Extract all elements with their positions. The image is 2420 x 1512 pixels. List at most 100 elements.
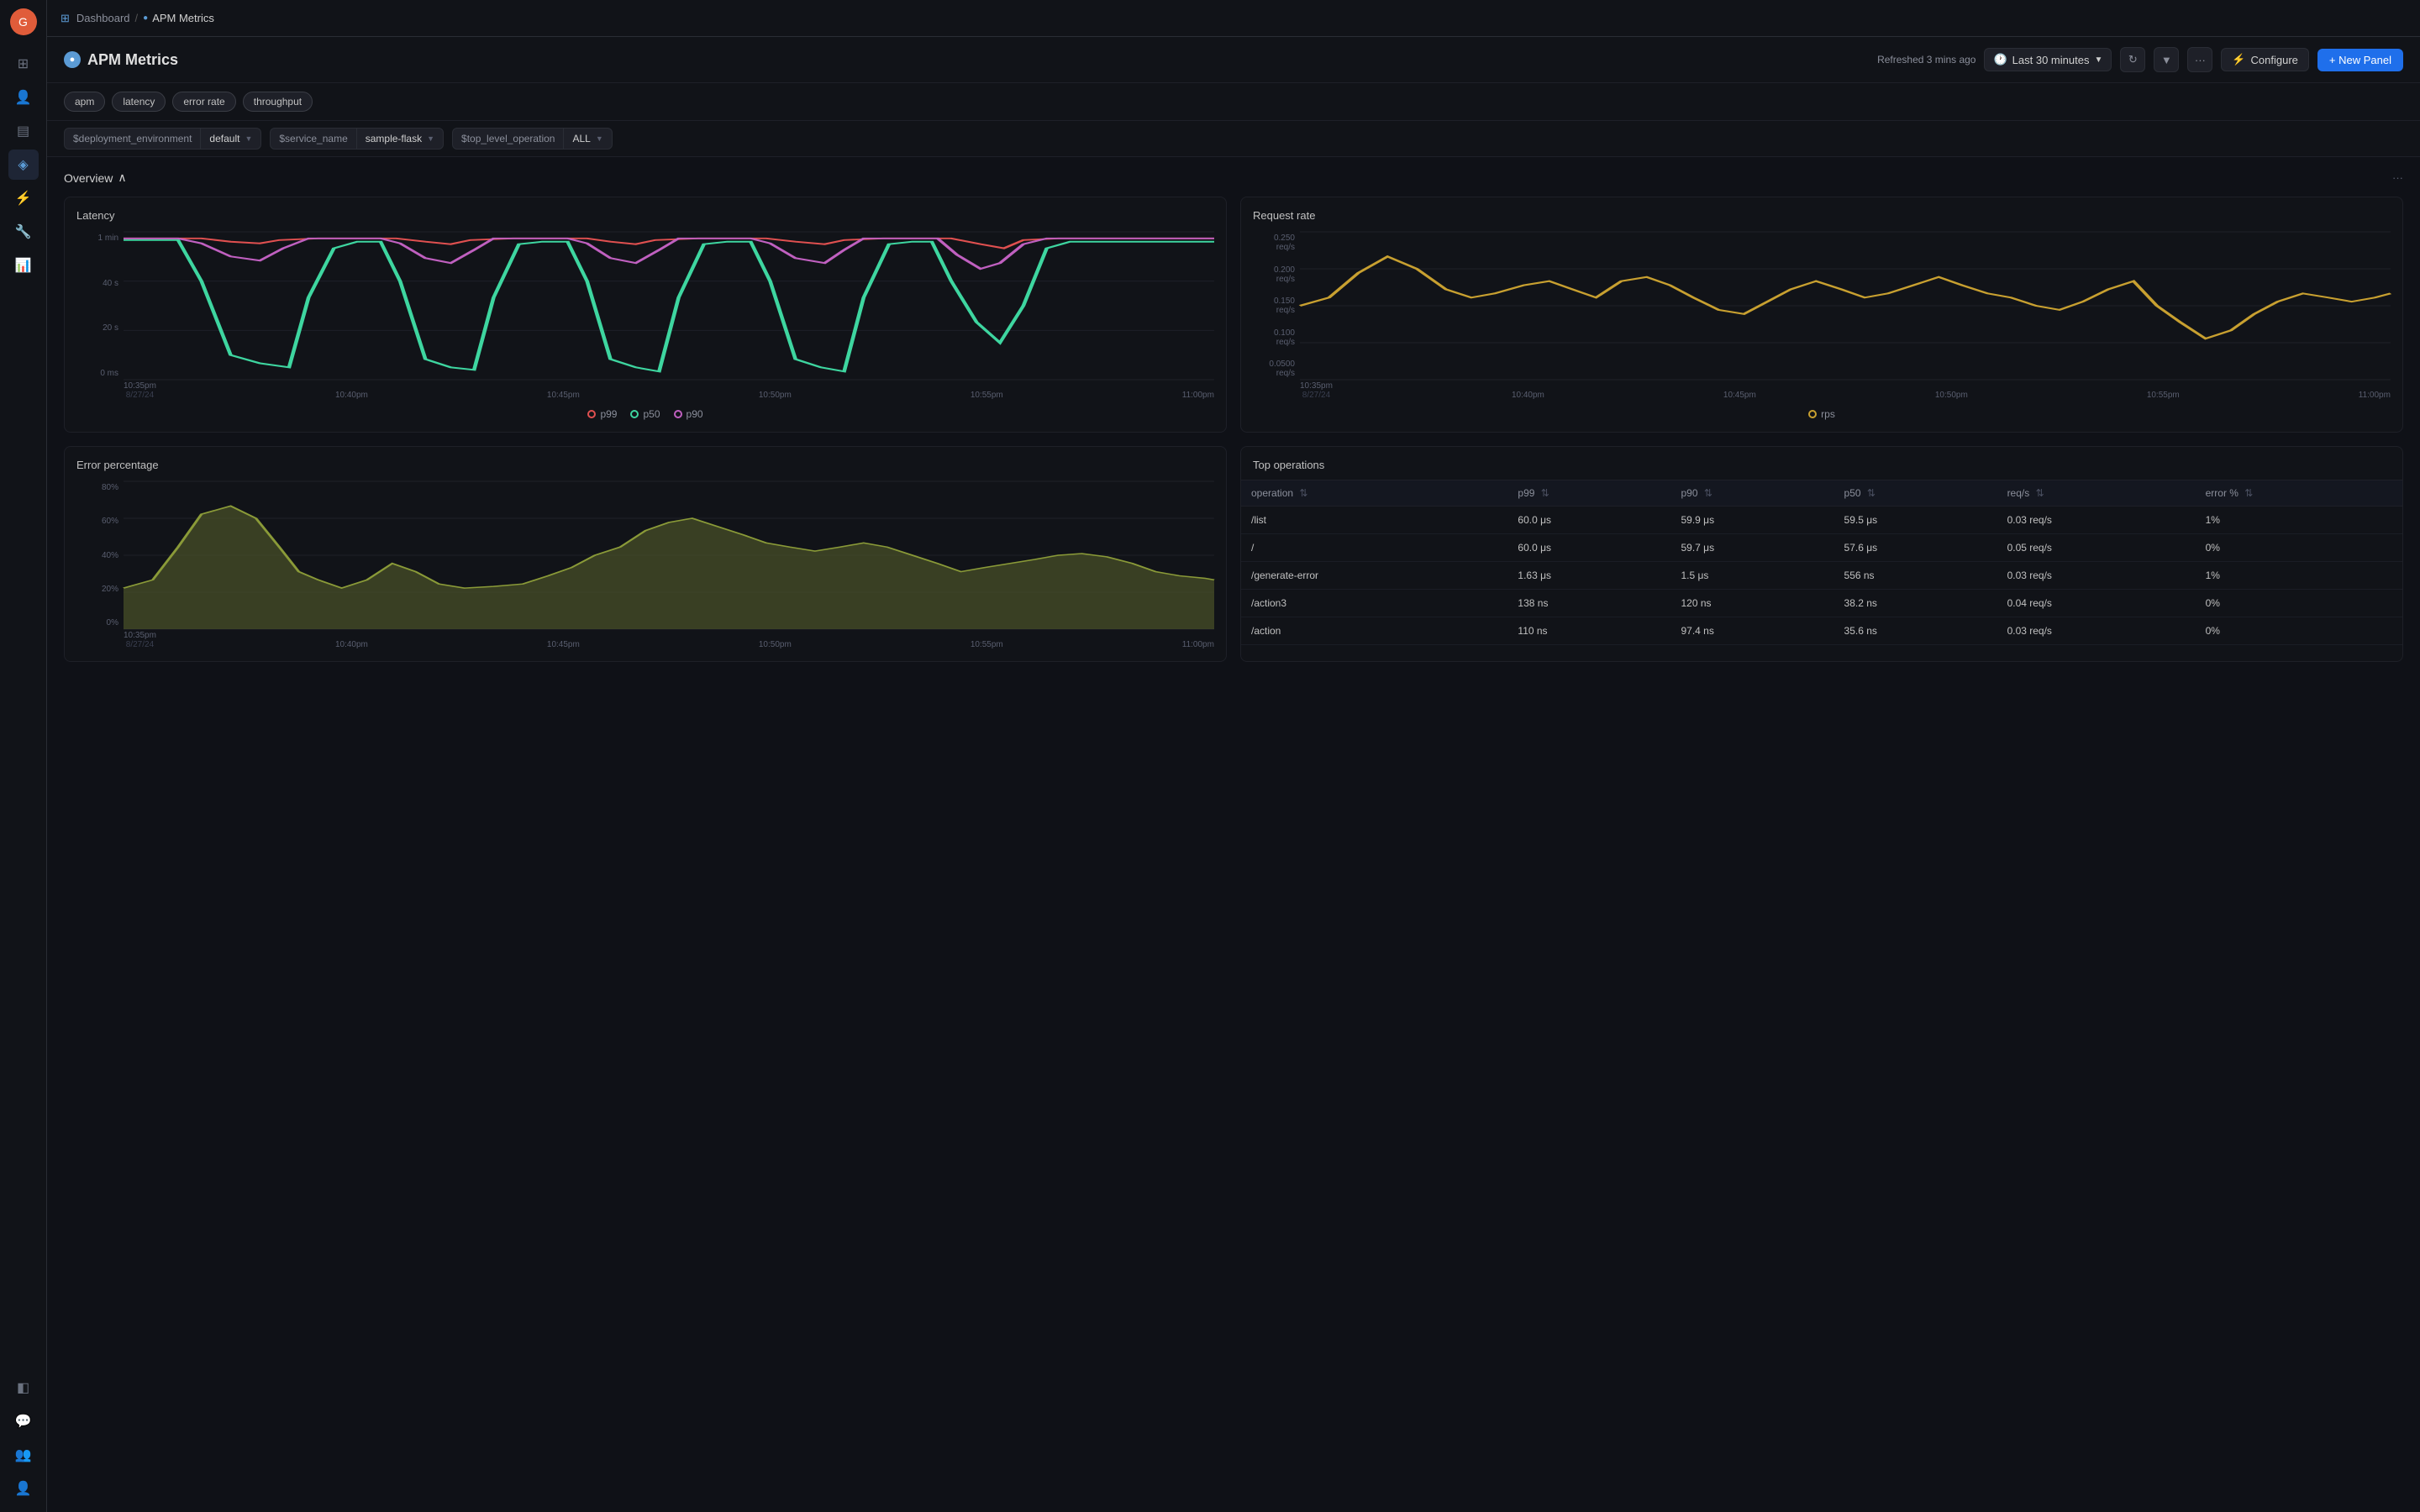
request-rate-chart-panel: Request rate 0.250 req/s 0.200 req/s 0.1… <box>1240 197 2403 433</box>
breadcrumb: Dashboard / ● APM Metrics <box>76 12 214 24</box>
error-y-axis: 80% 60% 40% 20% 0% <box>76 481 124 629</box>
cell-p99: 60.0 μs <box>1507 534 1670 562</box>
request-rate-x-axis: 10:35pm8/27/24 10:40pm 10:45pm 10:50pm 1… <box>1300 380 2391 400</box>
col-reqs[interactable]: req/s ⇅ <box>1997 480 2196 507</box>
filter-operation-value[interactable]: ALL ▼ <box>564 129 611 149</box>
tag-latency[interactable]: latency <box>112 92 166 112</box>
cell-reqs: 0.03 req/s <box>1997 562 2196 590</box>
sidebar-icon-alerts[interactable]: ⚡ <box>8 183 39 213</box>
cell-error: 0% <box>2196 590 2402 617</box>
table-row[interactable]: /action3 138 ns 120 ns 38.2 ns 0.04 req/… <box>1241 590 2402 617</box>
top-operations-title: Top operations <box>1241 447 2402 480</box>
refresh-button[interactable]: ↻ <box>2120 47 2145 72</box>
cell-error: 1% <box>2196 562 2402 590</box>
filter-operation[interactable]: $top_level_operation ALL ▼ <box>452 128 613 150</box>
breadcrumb-current: ● APM Metrics <box>143 12 214 24</box>
chevron-down-icon: ▼ <box>596 134 603 143</box>
legend-p99: p99 <box>587 408 617 420</box>
sidebar-icon-users[interactable]: 👤 <box>8 82 39 113</box>
col-operation[interactable]: operation ⇅ <box>1241 480 1507 507</box>
cell-error: 0% <box>2196 617 2402 645</box>
request-rate-y-axis: 0.250 req/s 0.200 req/s 0.150 req/s 0.10… <box>1253 232 1300 380</box>
cell-p99: 110 ns <box>1507 617 1670 645</box>
sidebar-icon-home[interactable]: ⊞ <box>8 49 39 79</box>
sidebar-icon-layers[interactable]: ◧ <box>8 1373 39 1403</box>
main-content: ⊞ Dashboard / ● APM Metrics ● APM Metric… <box>47 0 2420 1512</box>
cell-error: 0% <box>2196 534 2402 562</box>
legend-rps: rps <box>1808 408 1835 420</box>
cell-p50: 38.2 ns <box>1834 590 1997 617</box>
cell-p90: 120 ns <box>1670 590 1833 617</box>
table-row[interactable]: /action 110 ns 97.4 ns 35.6 ns 0.03 req/… <box>1241 617 2402 645</box>
filter-deployment-value[interactable]: default ▼ <box>201 129 260 149</box>
filter-service[interactable]: $service_name sample-flask ▼ <box>270 128 444 150</box>
tag-apm[interactable]: apm <box>64 92 105 112</box>
chevron-down-icon: ▼ <box>245 134 252 143</box>
table-row[interactable]: /generate-error 1.63 μs 1.5 μs 556 ns 0.… <box>1241 562 2402 590</box>
filter-deployment[interactable]: $deployment_environment default ▼ <box>64 128 261 150</box>
cell-operation: /list <box>1241 507 1507 534</box>
top-navigation: ⊞ Dashboard / ● APM Metrics <box>47 0 2420 37</box>
col-p99[interactable]: p99 ⇅ <box>1507 480 1670 507</box>
collapse-icon[interactable]: ∧ <box>118 171 126 185</box>
cell-p50: 59.5 μs <box>1834 507 1997 534</box>
configure-button[interactable]: ⚡ Configure <box>2221 48 2309 71</box>
legend-p50-dot <box>630 410 639 418</box>
refresh-status: Refreshed 3 mins ago <box>1877 54 1975 66</box>
cell-reqs: 0.05 req/s <box>1997 534 2196 562</box>
request-rate-svg <box>1300 232 2391 380</box>
app-logo[interactable]: G <box>10 8 37 35</box>
cell-operation: / <box>1241 534 1507 562</box>
overview-title: Overview ∧ <box>64 171 127 185</box>
more-options-button[interactable]: ··· <box>2187 47 2212 72</box>
page-title-icon: ● <box>64 51 81 68</box>
page-title: ● APM Metrics <box>64 51 178 69</box>
clock-icon: 🕐 <box>1993 53 2007 66</box>
sidebar: G ⊞ 👤 ▤ ◈ ⚡ 🔧 📊 ◧ 💬 👥 👤 <box>0 0 47 1512</box>
filter-service-value[interactable]: sample-flask ▼ <box>357 129 443 149</box>
legend-p99-dot <box>587 410 596 418</box>
filters-row: $deployment_environment default ▼ $servi… <box>47 121 2420 157</box>
sidebar-icon-chat[interactable]: 💬 <box>8 1406 39 1436</box>
cell-operation: /action <box>1241 617 1507 645</box>
sidebar-icon-dashboard[interactable]: ◈ <box>8 150 39 180</box>
cell-p90: 59.9 μs <box>1670 507 1833 534</box>
sidebar-icon-list[interactable]: ▤ <box>8 116 39 146</box>
cell-error: 1% <box>2196 507 2402 534</box>
error-chart-title: Error percentage <box>76 459 1214 471</box>
latency-chart-panel: Latency 1 min 40 s 20 s 0 ms <box>64 197 1227 433</box>
tag-error-rate[interactable]: error rate <box>172 92 235 112</box>
sidebar-icon-team[interactable]: 👥 <box>8 1440 39 1470</box>
col-error[interactable]: error % ⇅ <box>2196 480 2402 507</box>
overview-more-button[interactable]: ··· <box>2392 171 2403 184</box>
cell-p90: 59.7 μs <box>1670 534 1833 562</box>
col-p50[interactable]: p50 ⇅ <box>1834 480 1997 507</box>
filter-deployment-key: $deployment_environment <box>65 129 201 149</box>
operations-table: operation ⇅ p99 ⇅ p90 ⇅ p50 ⇅ req/s ⇅ er… <box>1241 480 2402 645</box>
cell-reqs: 0.03 req/s <box>1997 617 2196 645</box>
time-range-selector[interactable]: 🕐 Last 30 minutes ▼ <box>1984 48 2112 71</box>
latency-chart-title: Latency <box>76 209 1214 222</box>
new-panel-button[interactable]: + New Panel <box>2317 49 2403 71</box>
cell-p50: 556 ns <box>1834 562 1997 590</box>
chevron-down-icon: ▼ <box>427 134 434 143</box>
breadcrumb-separator: / <box>135 12 139 24</box>
table-header-row: operation ⇅ p99 ⇅ p90 ⇅ p50 ⇅ req/s ⇅ er… <box>1241 480 2402 507</box>
error-svg <box>124 481 1214 629</box>
tag-throughput[interactable]: throughput <box>243 92 313 112</box>
cell-p99: 60.0 μs <box>1507 507 1670 534</box>
sidebar-icon-settings-gear[interactable]: 🔧 <box>8 217 39 247</box>
breadcrumb-parent[interactable]: Dashboard <box>76 12 130 24</box>
request-rate-chart-area <box>1300 232 2391 380</box>
col-p90[interactable]: p90 ⇅ <box>1670 480 1833 507</box>
expand-button[interactable]: ▼ <box>2154 47 2179 72</box>
legend-p90-dot <box>674 410 682 418</box>
top-operations-panel: Top operations operation ⇅ p99 ⇅ p90 ⇅ p… <box>1240 446 2403 662</box>
sidebar-icon-chart[interactable]: 📊 <box>8 250 39 281</box>
error-chart-area <box>124 481 1214 629</box>
table-row[interactable]: / 60.0 μs 59.7 μs 57.6 μs 0.05 req/s 0% <box>1241 534 2402 562</box>
sidebar-icon-account[interactable]: 👤 <box>8 1473 39 1504</box>
configure-icon: ⚡ <box>2232 53 2245 66</box>
latency-chart-container: 1 min 40 s 20 s 0 ms <box>76 232 1214 400</box>
table-row[interactable]: /list 60.0 μs 59.9 μs 59.5 μs 0.03 req/s… <box>1241 507 2402 534</box>
